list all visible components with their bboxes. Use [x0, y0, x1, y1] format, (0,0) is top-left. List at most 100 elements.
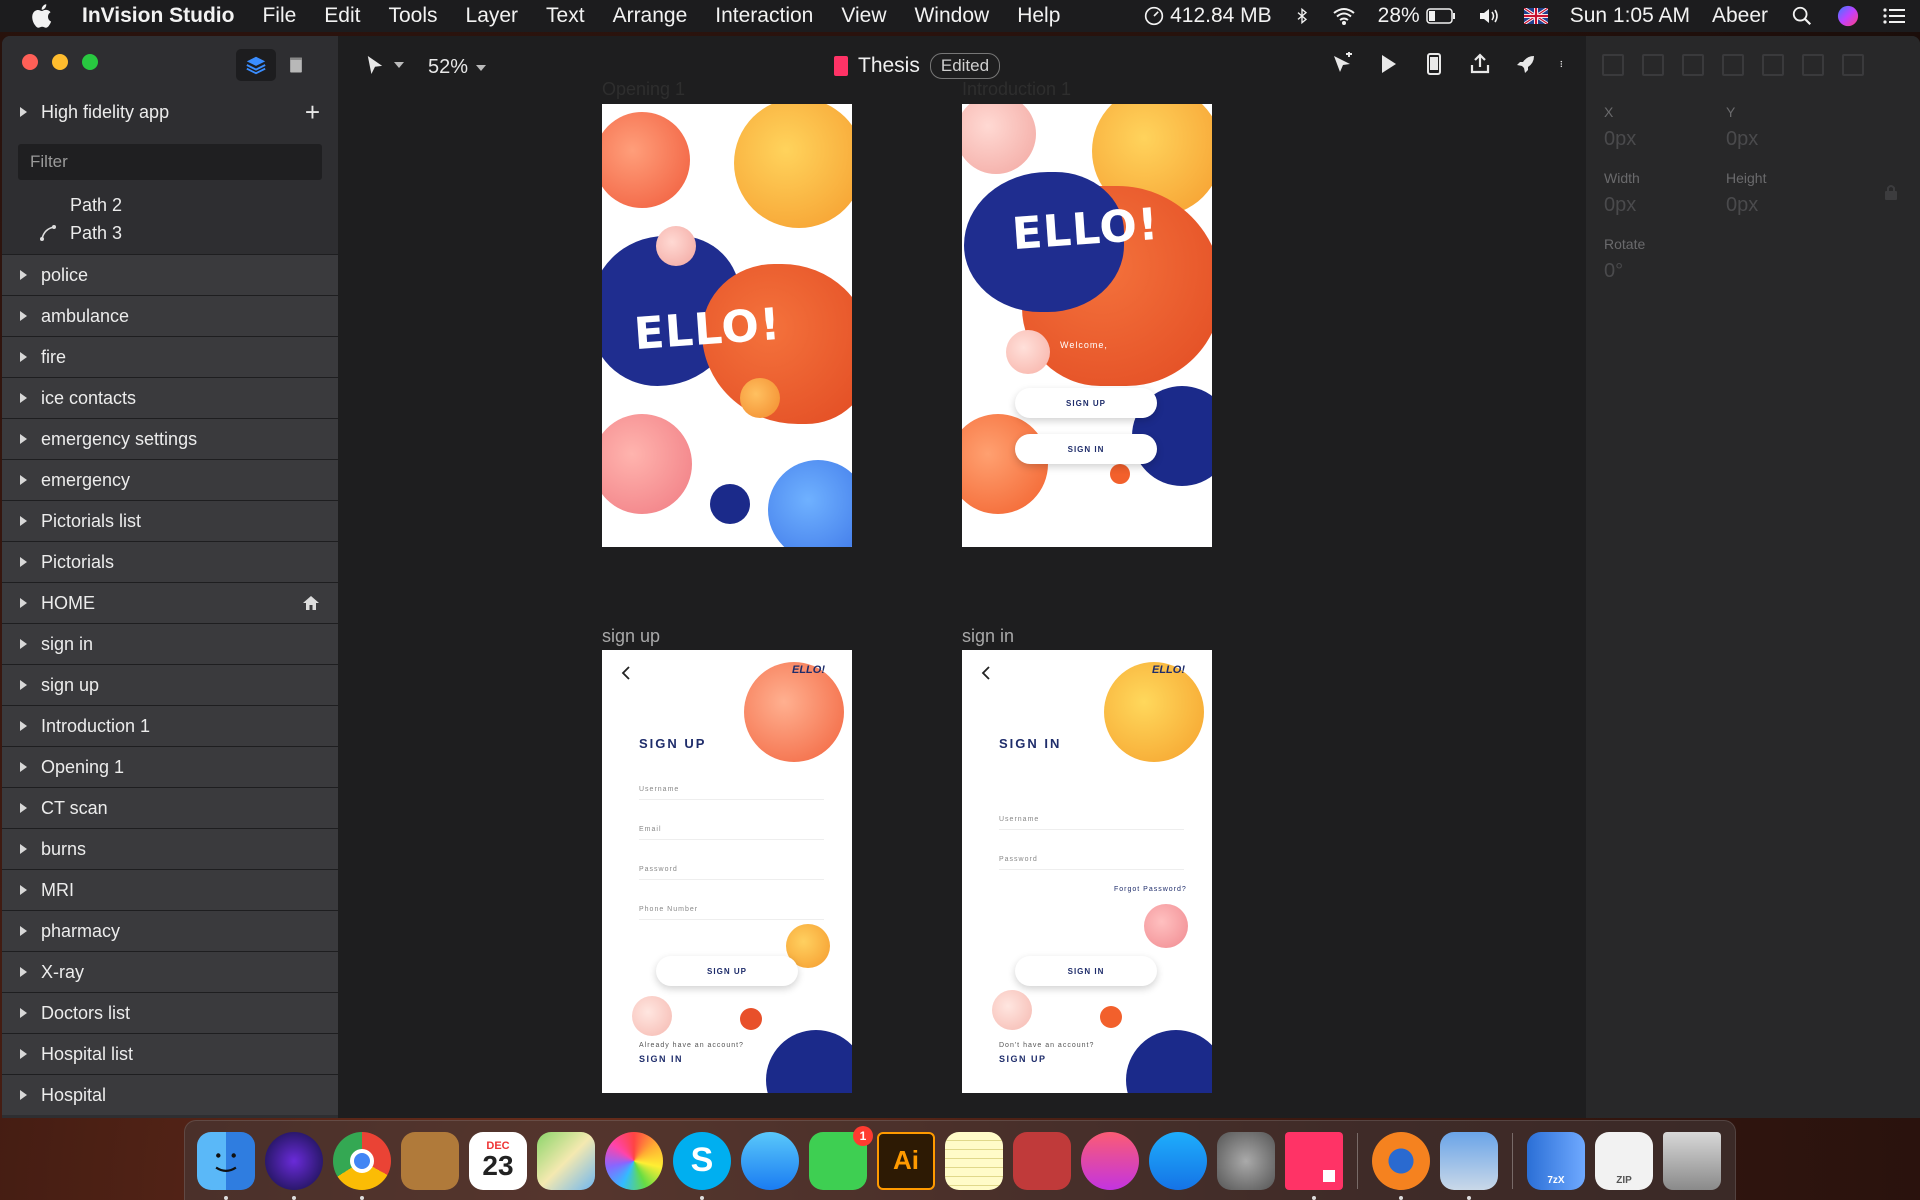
layer-hospital[interactable]: Hospital	[2, 1074, 338, 1115]
align-bottom-icon[interactable]	[1802, 54, 1824, 76]
volume-icon[interactable]	[1478, 5, 1502, 27]
layer-fire[interactable]: fire	[2, 336, 338, 377]
invision-studio-icon[interactable]	[1285, 1131, 1343, 1200]
artboard-sign-up[interactable]: ELLO! SIGN UP Username Email Password Ph…	[602, 650, 852, 1093]
layer-home[interactable]: HOME	[2, 582, 338, 623]
phone-number-field[interactable]: Phone Number	[639, 906, 824, 920]
layer-pictorials-list[interactable]: Pictorials list	[2, 500, 338, 541]
layer-filter-input[interactable]	[18, 144, 322, 180]
menu-window[interactable]: Window	[914, 4, 989, 28]
spotlight-search-icon[interactable]	[1790, 5, 1814, 27]
wifi-icon[interactable]	[1332, 5, 1356, 27]
align-center-icon[interactable]	[1642, 54, 1664, 76]
menu-layer[interactable]: Layer	[466, 4, 519, 28]
layer-emergency[interactable]: emergency	[2, 459, 338, 500]
menu-tools[interactable]: Tools	[388, 4, 437, 28]
artboard-label-introduction[interactable]: Introduction 1	[962, 79, 1071, 100]
layer-burns[interactable]: burns	[2, 828, 338, 869]
artboard-sign-in[interactable]: ELLO! SIGN IN Username Password Forgot P…	[962, 650, 1212, 1093]
layer-ambulance[interactable]: ambulance	[2, 295, 338, 336]
chrome-icon[interactable]	[333, 1131, 391, 1200]
layer-sign-up[interactable]: sign up	[2, 664, 338, 705]
expand-caret-icon[interactable]	[20, 885, 27, 895]
system-preferences-icon[interactable]	[1217, 1131, 1275, 1190]
expand-caret-icon[interactable]	[20, 352, 27, 362]
back-arrow-icon[interactable]	[980, 666, 992, 680]
expand-caret-icon[interactable]	[20, 557, 27, 567]
finder-icon[interactable]	[197, 1131, 255, 1200]
menu-view[interactable]: View	[841, 4, 886, 28]
expand-caret-icon[interactable]	[20, 1008, 27, 1018]
artboard-label-sign-in[interactable]: sign in	[962, 626, 1014, 647]
menu-edit[interactable]: Edit	[324, 4, 360, 28]
expand-caret-icon[interactable]	[20, 639, 27, 649]
back-arrow-icon[interactable]	[620, 666, 632, 680]
menu-help[interactable]: Help	[1017, 4, 1060, 28]
align-right-icon[interactable]	[1682, 54, 1704, 76]
expand-caret-icon[interactable]	[20, 434, 27, 444]
align-top-icon[interactable]	[1722, 54, 1744, 76]
layer-introduction-1[interactable]: Introduction 1	[2, 705, 338, 746]
design-canvas[interactable]: 52% Thesis Edited Opening 1 Introduction…	[338, 36, 1586, 1118]
layer-hospital-list[interactable]: Hospital list	[2, 1033, 338, 1074]
7zx-archive-icon[interactable]: 7zX	[1527, 1131, 1585, 1190]
x-input[interactable]: 0px	[1604, 128, 1636, 151]
notes-icon[interactable]	[945, 1131, 1003, 1190]
uk-flag-icon[interactable]	[1523, 8, 1548, 24]
expand-caret-icon[interactable]	[20, 270, 27, 280]
sign-up-button[interactable]: SIGN UP	[1015, 388, 1157, 418]
photo-booth-icon[interactable]	[1013, 1131, 1071, 1190]
minimize-window-button[interactable]	[52, 54, 68, 70]
expand-caret-icon[interactable]	[20, 844, 27, 854]
layer-emergency-settings[interactable]: emergency settings	[2, 418, 338, 459]
layer-path-2[interactable]: Path 2	[2, 192, 338, 212]
expand-caret-icon[interactable]	[20, 680, 27, 690]
messages-icon[interactable]	[741, 1131, 799, 1190]
preview-icon[interactable]	[1440, 1131, 1498, 1200]
distribute-icon[interactable]	[1842, 54, 1864, 76]
more-options-icon[interactable]	[1560, 52, 1568, 76]
layer-ct-scan[interactable]: CT scan	[2, 787, 338, 828]
artboard-label-opening[interactable]: Opening 1	[602, 79, 685, 100]
battery-status[interactable]: 28%	[1378, 4, 1456, 28]
rotate-input[interactable]: 0°	[1604, 260, 1623, 283]
expand-caret-icon[interactable]	[20, 516, 27, 526]
expand-caret-icon[interactable]	[20, 803, 27, 813]
facetime-icon[interactable]: 1	[809, 1125, 873, 1190]
layer-ice-contacts[interactable]: ice contacts	[2, 377, 338, 418]
artboard-opening[interactable]: ELLO!	[602, 104, 852, 547]
layer-sign-in[interactable]: sign in	[2, 623, 338, 664]
clock[interactable]: Sun 1:05 AM	[1570, 4, 1690, 28]
sign-in-link[interactable]: SIGN IN	[639, 1054, 683, 1064]
layer-pharmacy[interactable]: pharmacy	[2, 910, 338, 951]
bluetooth-icon[interactable]	[1294, 5, 1310, 27]
memory-status[interactable]: 412.84 MB	[1144, 4, 1272, 28]
expand-caret-icon[interactable]	[20, 1049, 27, 1059]
forgot-password-link[interactable]: Forgot Password?	[1114, 886, 1187, 893]
photos-icon[interactable]	[605, 1131, 663, 1190]
layer-x-ray[interactable]: X-ray	[2, 951, 338, 992]
menu-text[interactable]: Text	[546, 4, 585, 28]
app-name-menu[interactable]: InVision Studio	[82, 4, 234, 28]
expand-caret-icon[interactable]	[20, 721, 27, 731]
sign-up-link[interactable]: SIGN UP	[999, 1054, 1047, 1064]
layer-opening-1[interactable]: Opening 1	[2, 746, 338, 787]
layer-pictorials[interactable]: Pictorials	[2, 541, 338, 582]
share-upload-icon[interactable]	[1468, 52, 1492, 76]
expand-caret-icon[interactable]	[20, 967, 27, 977]
close-window-button[interactable]	[22, 54, 38, 70]
link-hotspot-icon[interactable]	[1330, 52, 1354, 76]
user-name[interactable]: Abeer	[1712, 4, 1768, 28]
email-field[interactable]: Email	[639, 826, 824, 840]
sign-in-button[interactable]: SIGN IN	[1015, 434, 1157, 464]
expand-caret-icon[interactable]	[20, 762, 27, 772]
zip-file-icon[interactable]: ZIP	[1595, 1131, 1653, 1190]
app-store-icon[interactable]	[1149, 1131, 1207, 1190]
menu-arrange[interactable]: Arrange	[613, 4, 688, 28]
expand-caret-icon[interactable]	[20, 107, 27, 117]
illustrator-icon[interactable]: Ai	[877, 1131, 935, 1190]
username-field[interactable]: Username	[639, 786, 824, 800]
siri-icon[interactable]	[1836, 5, 1860, 27]
expand-caret-icon[interactable]	[20, 475, 27, 485]
expand-caret-icon[interactable]	[20, 926, 27, 936]
